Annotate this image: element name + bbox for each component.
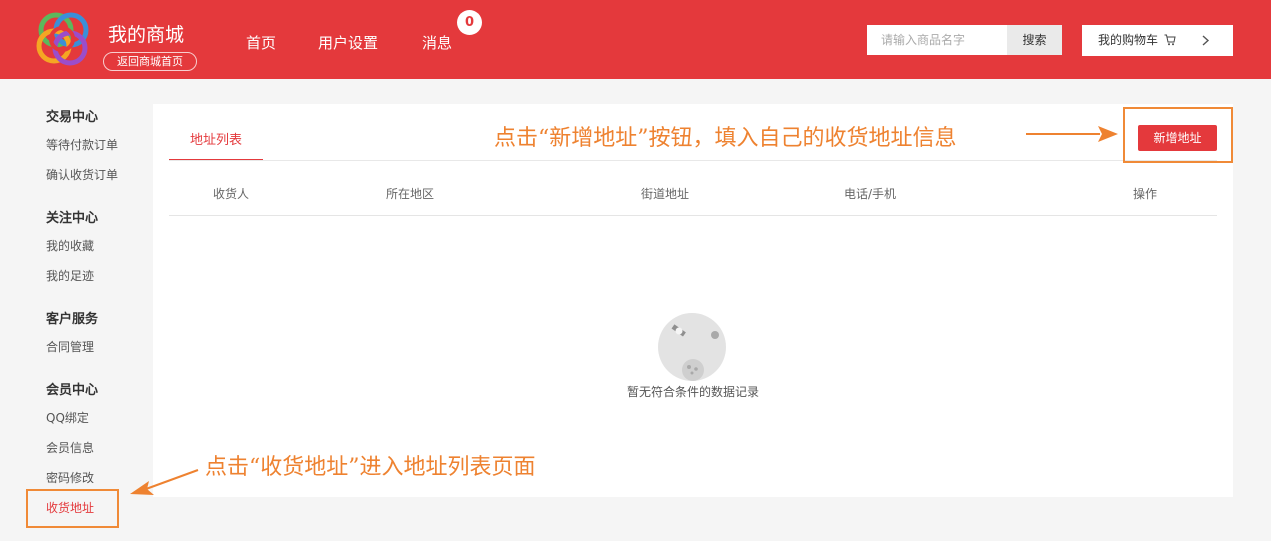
top-header: 我的商城 返回商城首页 首页 用户设置 消息 0 搜索 我的购物车 [0,0,1271,79]
sidebar-item-qq-binding[interactable]: QQ绑定 [46,409,89,426]
table-header-divider [169,215,1217,216]
sidebar-group-trade: 交易中心 [46,110,99,125]
annotation-box-shipping-address [26,489,119,528]
back-home-button[interactable]: 返回商城首页 [103,52,197,71]
cart-button[interactable]: 我的购物车 [1082,25,1233,56]
message-count-badge: 0 [457,10,482,35]
sidebar-item-change-password[interactable]: 密码修改 [46,469,94,486]
address-panel: 地址列表 新增地址 收货人 所在地区 街道地址 电话/手机 操作 暂无符合条件的… [153,104,1233,497]
sidebar-group-follow: 关注中心 [46,211,99,226]
sidebar-item-favorites[interactable]: 我的收藏 [46,237,94,254]
nav-messages[interactable]: 消息 [422,32,452,53]
brand-name: 我的商城 [108,24,185,46]
annotation-box-add-address [1123,107,1233,163]
logo-icon[interactable] [32,8,94,70]
nav-user-settings[interactable]: 用户设置 [318,32,378,53]
sidebar-item-contracts[interactable]: 合同管理 [46,338,94,355]
chevron-right-icon [1202,35,1210,46]
sidebar-group-service: 客户服务 [46,312,99,327]
empty-state-text: 暂无符合条件的数据记录 [626,385,759,399]
sidebar-item-footprints[interactable]: 我的足迹 [46,267,94,284]
column-header-receiver: 收货人 [213,187,250,201]
sidebar-group-member: 会员中心 [46,383,99,398]
column-header-actions: 操作 [1133,187,1158,201]
search-button[interactable]: 搜索 [1007,25,1062,55]
sidebar-item-member-info[interactable]: 会员信息 [46,439,94,456]
empty-planet-icon [658,313,726,381]
search-input[interactable] [867,25,1007,55]
sidebar-item-pending-payment[interactable]: 等待付款订单 [46,136,118,153]
column-header-phone: 电话/手机 [844,187,897,201]
sidebar-item-confirm-receipt[interactable]: 确认收货订单 [46,166,118,183]
cart-icon [1164,34,1176,46]
column-header-region: 所在地区 [386,187,435,201]
tab-address-list[interactable]: 地址列表 [169,126,263,161]
annotation-text-bottom: 点击“收货地址”进入地址列表页面 [205,455,536,480]
cart-label: 我的购物车 [1098,33,1159,47]
annotation-text-top: 点击“新增地址”按钮，填入自己的收货地址信息 [494,126,957,151]
tab-divider [169,160,1217,161]
column-header-street: 街道地址 [641,187,690,201]
nav-home[interactable]: 首页 [246,32,276,53]
